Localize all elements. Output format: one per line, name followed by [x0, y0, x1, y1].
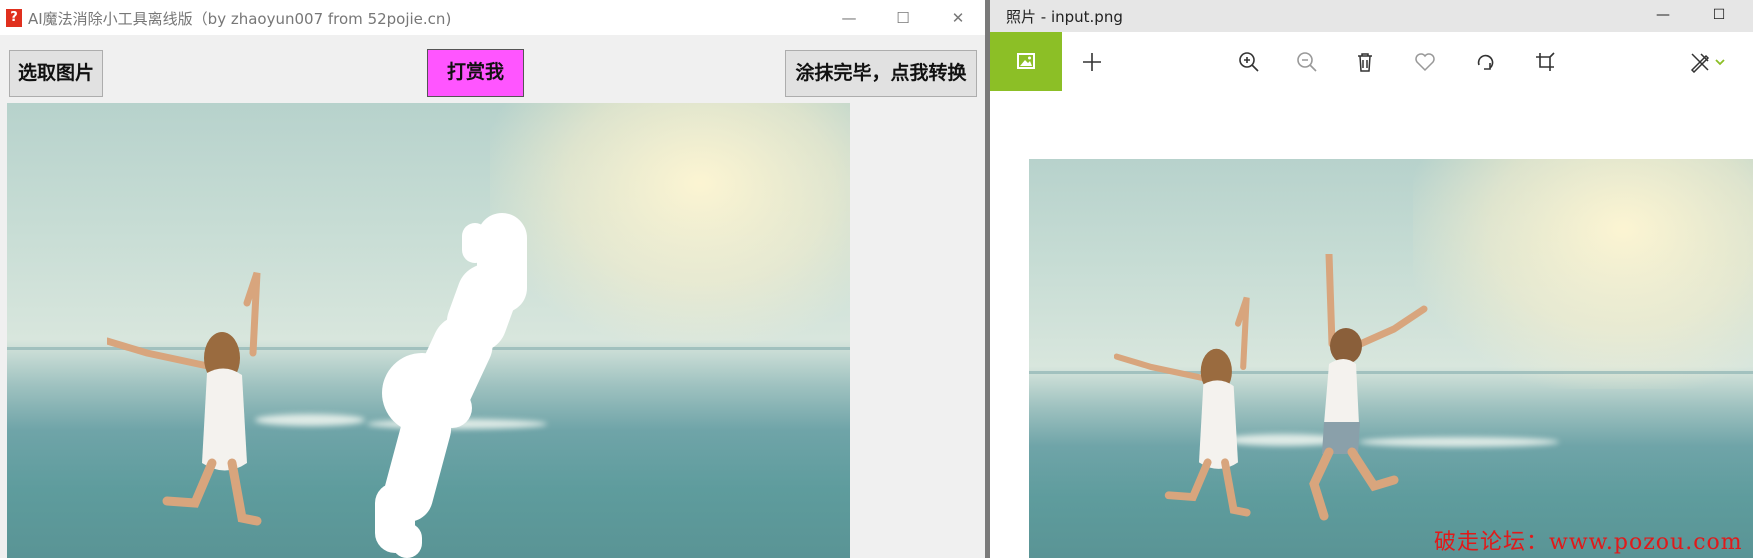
- tip-me-button[interactable]: 打赏我: [427, 49, 524, 97]
- favorite-button[interactable]: [1405, 32, 1445, 91]
- zoom-in-icon: [1239, 51, 1259, 72]
- minimize-button[interactable]: —: [826, 0, 872, 36]
- image-gallery-button[interactable]: [990, 32, 1062, 91]
- close-button[interactable]: ✕: [935, 0, 981, 36]
- chevron-down-icon: [1715, 58, 1725, 65]
- title-bar[interactable]: ? AI魔法消除小工具离线版（by zhaoyun007 from 52poji…: [0, 0, 985, 36]
- jumping-girl: [107, 271, 262, 526]
- delete-button[interactable]: [1345, 32, 1385, 91]
- photo-viewer-image: [1029, 159, 1753, 558]
- edit-dropdown-button[interactable]: [1710, 32, 1730, 91]
- rotate-button[interactable]: [1465, 32, 1505, 91]
- maximize-button[interactable]: ☐: [880, 0, 926, 36]
- photos-app-window: 照片 - input.png — ☐: [990, 0, 1753, 558]
- window-title: AI魔法消除小工具离线版（by zhaoyun007 from 52pojie.…: [28, 10, 452, 28]
- crop-icon: [1536, 51, 1555, 71]
- jumping-girl-1: [1114, 296, 1251, 517]
- editing-canvas[interactable]: [7, 103, 850, 558]
- trash-icon: [1358, 52, 1372, 72]
- magic-eraser-window: ? AI魔法消除小工具离线版（by zhaoyun007 from 52poji…: [0, 0, 985, 558]
- select-image-button[interactable]: 选取图片: [9, 50, 103, 97]
- heart-icon: [1415, 52, 1435, 71]
- photos-title-bar[interactable]: 照片 - input.png — ☐: [990, 0, 1753, 32]
- photos-toolbar: [990, 32, 1753, 91]
- zoom-out-button[interactable]: [1287, 32, 1327, 91]
- plus-icon: [1083, 52, 1101, 71]
- image-gallery-icon: [1017, 53, 1035, 69]
- zoom-in-button[interactable]: [1229, 32, 1269, 91]
- convert-button[interactable]: 涂抹完毕，点我转换: [785, 50, 977, 97]
- app-icon: ?: [6, 9, 22, 27]
- crop-button[interactable]: [1525, 32, 1565, 91]
- photos-maximize-button[interactable]: ☐: [1696, 0, 1742, 32]
- edit-draw-icon: [1690, 52, 1710, 73]
- jumping-girl-2: [1309, 254, 1428, 521]
- rotate-icon: [1477, 54, 1494, 70]
- beach-photo-original: [1029, 159, 1753, 558]
- add-button[interactable]: [1072, 32, 1112, 91]
- zoom-out-icon: [1297, 51, 1317, 72]
- photos-minimize-button[interactable]: —: [1640, 0, 1686, 32]
- forum-watermark: 破走论坛：www.pozou.com: [1434, 530, 1743, 555]
- photos-window-title: 照片 - input.png: [1006, 8, 1123, 26]
